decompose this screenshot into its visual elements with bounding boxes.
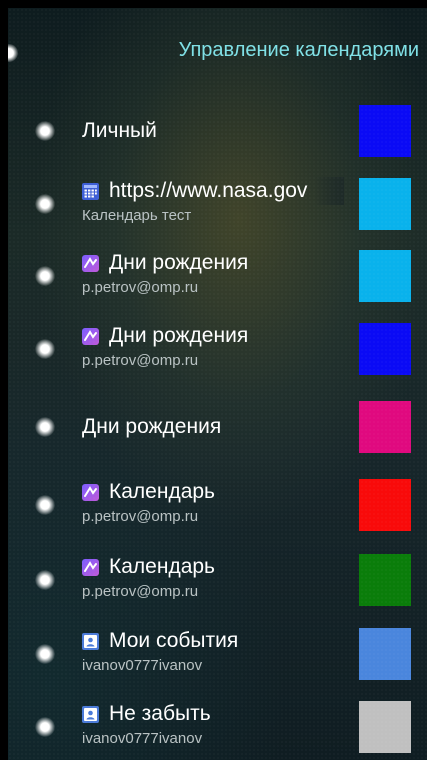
calendar-row[interactable]: Дни рождения p.petrov@omp.ru bbox=[8, 241, 427, 311]
page-indicator-dot bbox=[8, 44, 18, 62]
drag-handle-icon[interactable] bbox=[35, 570, 55, 590]
calendar-text: Личный bbox=[82, 117, 344, 145]
contact-card-icon bbox=[82, 632, 99, 650]
calendar-color-swatch[interactable] bbox=[359, 479, 411, 531]
calendar-subtitle: ivanov0777ivanov bbox=[82, 657, 203, 674]
account-sync-icon bbox=[82, 254, 99, 272]
contact-card-icon bbox=[82, 705, 99, 723]
calendar-title: Дни рождения bbox=[109, 324, 249, 347]
calendar-text: Мои события ivanov0777ivanov bbox=[82, 627, 344, 677]
drag-handle-icon[interactable] bbox=[35, 495, 55, 515]
text-fade bbox=[314, 177, 344, 205]
calendar-row[interactable]: Дни рождения bbox=[8, 392, 427, 462]
drag-handle-icon[interactable] bbox=[35, 644, 55, 664]
calendar-row[interactable]: Личный bbox=[8, 96, 427, 166]
drag-handle-icon[interactable] bbox=[35, 194, 55, 214]
drag-handle-icon[interactable] bbox=[35, 339, 55, 359]
calendar-title: https://www.nasa.gov bbox=[109, 179, 308, 202]
calendar-subtitle: p.petrov@omp.ru bbox=[82, 583, 199, 600]
calendar-color-swatch[interactable] bbox=[359, 401, 411, 453]
calendar-row[interactable]: Дни рождения p.petrov@omp.ru bbox=[8, 314, 427, 384]
calendar-text: Дни рождения p.petrov@omp.ru bbox=[82, 249, 344, 299]
calendar-color-swatch[interactable] bbox=[359, 628, 411, 680]
calendar-grid-icon bbox=[82, 182, 99, 200]
drag-handle-icon[interactable] bbox=[35, 417, 55, 437]
calendar-title: Личный bbox=[82, 119, 157, 142]
calendar-text: Дни рождения p.petrov@omp.ru bbox=[82, 322, 344, 372]
calendar-subtitle: p.petrov@omp.ru bbox=[82, 279, 199, 296]
calendar-management-screen: Управление календарями Личный https://ww… bbox=[8, 8, 427, 760]
calendar-title: Мои события bbox=[109, 629, 239, 652]
calendar-row[interactable]: Мои события ivanov0777ivanov bbox=[8, 619, 427, 689]
calendar-text: Календарь p.petrov@omp.ru bbox=[82, 478, 344, 528]
calendar-color-swatch[interactable] bbox=[359, 554, 411, 606]
calendar-color-swatch[interactable] bbox=[359, 701, 411, 753]
account-sync-icon bbox=[82, 483, 99, 501]
calendar-title: Дни рождения bbox=[109, 251, 249, 274]
drag-handle-icon[interactable] bbox=[35, 121, 55, 141]
calendar-text: https://www.nasa.gov Календарь тест bbox=[82, 177, 344, 227]
account-sync-icon bbox=[82, 558, 99, 576]
calendar-subtitle: Календарь тест bbox=[82, 207, 192, 224]
calendar-text: Не забыть ivanov0777ivanov bbox=[82, 700, 344, 750]
calendar-title: Не забыть bbox=[109, 702, 211, 725]
calendar-color-swatch[interactable] bbox=[359, 105, 411, 157]
calendar-row[interactable]: Календарь p.petrov@omp.ru bbox=[8, 545, 427, 615]
calendar-color-swatch[interactable] bbox=[359, 323, 411, 375]
calendar-color-swatch[interactable] bbox=[359, 178, 411, 230]
calendar-subtitle: p.petrov@omp.ru bbox=[82, 352, 199, 369]
calendar-text: Дни рождения bbox=[82, 413, 344, 441]
calendar-title: Дни рождения bbox=[82, 415, 222, 438]
calendar-row[interactable]: Календарь p.petrov@omp.ru bbox=[8, 470, 427, 540]
calendar-row[interactable]: Не забыть ivanov0777ivanov bbox=[8, 692, 427, 760]
drag-handle-icon[interactable] bbox=[35, 717, 55, 737]
calendar-title: Календарь bbox=[109, 555, 215, 578]
calendar-row[interactable]: https://www.nasa.gov Календарь тест bbox=[8, 169, 427, 239]
calendar-text: Календарь p.petrov@omp.ru bbox=[82, 553, 344, 603]
calendar-subtitle: ivanov0777ivanov bbox=[82, 730, 203, 747]
calendar-subtitle: p.petrov@omp.ru bbox=[82, 508, 199, 525]
calendar-color-swatch[interactable] bbox=[359, 250, 411, 302]
account-sync-icon bbox=[82, 327, 99, 345]
page-title: Управление календарями bbox=[178, 39, 419, 61]
calendar-title: Календарь bbox=[109, 480, 215, 503]
drag-handle-icon[interactable] bbox=[35, 266, 55, 286]
